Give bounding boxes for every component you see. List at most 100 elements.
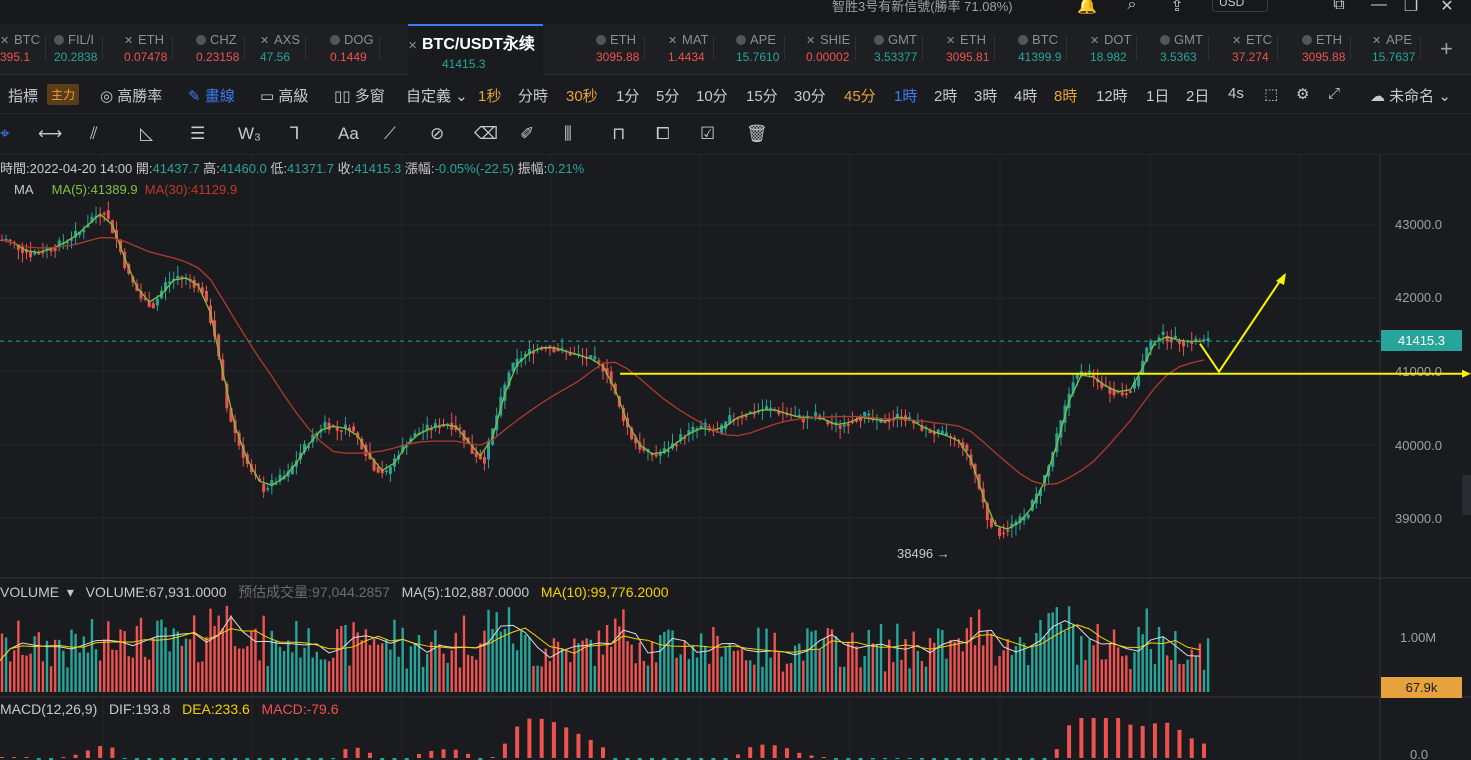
volume-bar — [458, 667, 462, 692]
draw-button[interactable]: ✎ 畫線 — [188, 85, 235, 106]
interval-6[interactable]: 15分 — [746, 85, 778, 106]
maximize-icon[interactable]: ❐ — [1400, 0, 1422, 15]
minimize-icon[interactable]: — — [1368, 0, 1390, 14]
main-force-badge[interactable]: 主力 — [47, 84, 80, 105]
ticker-tab[interactable]: ETH 3095.88 — [1302, 32, 1352, 72]
ticker-tab[interactable]: ✕ SHIE 0.00002 — [806, 32, 857, 72]
candles-tool-icon[interactable]: ⫼ — [564, 124, 572, 144]
win-rate-button[interactable]: ◎ 高勝率 — [100, 85, 162, 106]
interval-7[interactable]: 30分 — [794, 85, 826, 106]
layout-name-dropdown[interactable]: ☁ 未命名 ⌄ — [1370, 85, 1451, 106]
trash-tool-icon[interactable]: 🗑 — [746, 124, 768, 144]
cursor-tool-icon[interactable]: ⌖ — [0, 124, 10, 144]
volume-bar — [593, 665, 597, 692]
interval-10[interactable]: 2時 — [934, 85, 957, 106]
ticker-tab[interactable]: FIL/I 20.2838 — [54, 32, 104, 72]
candle-body — [867, 413, 871, 416]
ticker-tab[interactable]: ✕ AXS 47.56 — [260, 32, 307, 72]
share-icon[interactable]: ⇪ — [1166, 0, 1188, 15]
interval-15[interactable]: 1日 — [1146, 85, 1169, 106]
bell-icon[interactable]: 🔔 — [1076, 0, 1098, 15]
advanced-button[interactable]: ▭ 高級 — [260, 85, 308, 106]
add-tab-icon[interactable]: + — [1440, 36, 1453, 62]
fullscreen-icon[interactable]: ⬚ — [1264, 85, 1278, 103]
interval-4[interactable]: 5分 — [656, 85, 679, 106]
text-tool-icon[interactable]: Ꞁ — [290, 124, 299, 144]
volume-bar — [757, 627, 760, 692]
expand-icon[interactable]: ⤢ — [1328, 85, 1340, 102]
price-chart[interactable]: 43000.0 42000.0 41000.0 40000.0 39000.0 1.00M… — [0, 155, 1471, 760]
angle-tool-icon[interactable]: ◺ — [140, 124, 153, 144]
ticker-tab[interactable]: ✕ APE 15.7637 — [1372, 32, 1422, 72]
multi-window-button[interactable]: ▯▯ 多窗 — [334, 85, 385, 106]
settings-icon[interactable]: ⚙ — [1296, 85, 1309, 103]
interval-2[interactable]: 30秒 — [566, 85, 598, 106]
custom-dropdown[interactable]: 自定義 ⌄ — [406, 85, 468, 106]
volume-label[interactable]: VOLUME — [0, 584, 59, 600]
ticker-tab[interactable]: ✕ ETC 37.274 — [1232, 32, 1278, 72]
volume-bar — [667, 629, 670, 692]
ticker-tab[interactable]: BTC 41399.9 — [1018, 32, 1068, 72]
ticker-tab[interactable]: CHZ 0.23158 — [196, 32, 246, 72]
ticker-tab[interactable]: ✕ ETH 0.07478 — [124, 32, 174, 72]
currency-select[interactable]: USD — [1212, 0, 1268, 12]
interval-14[interactable]: 12時 — [1096, 85, 1128, 106]
magnet-tool-icon[interactable]: ⟋ — [384, 124, 396, 144]
interval-17[interactable]: 4s — [1228, 85, 1244, 102]
volume-bar — [838, 666, 842, 692]
search-icon[interactable]: ⌕ — [1121, 0, 1143, 14]
ticker-tab[interactable]: GMT 3.53377 — [874, 32, 924, 72]
interval-12[interactable]: 4時 — [1014, 85, 1037, 106]
tab-divider — [855, 36, 857, 60]
volume-bar — [225, 605, 229, 692]
external-window-icon[interactable]: ⧉ — [1328, 0, 1350, 14]
candle-body — [842, 424, 846, 427]
ticker-price: 3095.88 — [596, 50, 640, 64]
font-tool-icon[interactable]: Aa — [338, 124, 359, 144]
wave-tool-icon[interactable]: W₃ — [238, 124, 261, 144]
perpetual-icon: ✕ — [408, 40, 418, 52]
candle-body — [106, 210, 110, 219]
interval-13[interactable]: 8時 — [1054, 85, 1077, 106]
interval-5[interactable]: 10分 — [696, 85, 728, 106]
interval-8[interactable]: 45分 — [844, 85, 876, 106]
ticker-symbol: ETH — [1316, 32, 1342, 47]
ticker-tab[interactable]: GMT 3.5363 — [1160, 32, 1209, 72]
volume-bar — [875, 644, 879, 692]
lock-tool-icon[interactable]: ⊓ — [612, 124, 625, 144]
ticker-tab[interactable]: ✕ MAT 1.4434 — [668, 32, 715, 72]
pencil-tool-icon[interactable]: ✐ — [520, 124, 534, 144]
time-value: 2022-04-20 14:00 — [29, 161, 133, 176]
side-panel-handle[interactable] — [1462, 475, 1471, 515]
link-tool-icon[interactable]: ⊘ — [430, 124, 444, 144]
copy-tool-icon[interactable]: ⧠ — [656, 124, 670, 144]
interval-0[interactable]: 1秒 — [478, 85, 501, 106]
interval-16[interactable]: 2日 — [1186, 85, 1209, 106]
candle-body — [37, 253, 41, 255]
ticker-tab[interactable]: ✕ BTC/USDT永续 41415.3 — [408, 24, 543, 78]
ticker-tab[interactable]: ✕ ETH 3095.81 — [946, 32, 996, 72]
parallel-channel-tool-icon[interactable]: ⫽ — [90, 124, 98, 144]
ticker-tab[interactable]: ✕ DOT 18.982 — [1090, 32, 1138, 72]
horizontal-line-tool-icon[interactable]: ⟷ — [38, 124, 62, 144]
eraser-tool-icon[interactable]: ⌫ — [474, 124, 498, 144]
macd-label[interactable]: MACD(12,26,9) — [0, 701, 97, 717]
volume-bar — [941, 629, 944, 692]
interval-9[interactable]: 1時 — [894, 85, 917, 106]
ma-label[interactable]: MA — [14, 182, 34, 197]
edit-tool-icon[interactable]: ☑ — [700, 124, 715, 144]
ticker-tab[interactable]: DOG 0.1449 — [330, 32, 380, 72]
ticker-tab[interactable]: ✕ BTC 395.1 — [0, 32, 46, 72]
signal-hint[interactable]: 智胜3号有新信號(勝率 71.08%) — [832, 0, 1013, 15]
close-icon[interactable]: ✕ — [1436, 0, 1458, 15]
ticker-tab[interactable]: ETH 3095.88 — [596, 32, 646, 72]
fib-tool-icon[interactable]: ☰ — [190, 124, 205, 144]
volume-bar — [1080, 635, 1083, 692]
candle-body — [8, 239, 12, 242]
interval-1[interactable]: 分時 — [518, 85, 548, 106]
interval-11[interactable]: 3時 — [974, 85, 997, 106]
ticker-tab[interactable]: APE 15.7610 — [736, 32, 786, 72]
indicators-button[interactable]: 指標 — [8, 85, 38, 106]
interval-3[interactable]: 1分 — [616, 85, 639, 106]
volume-bar — [385, 638, 388, 692]
